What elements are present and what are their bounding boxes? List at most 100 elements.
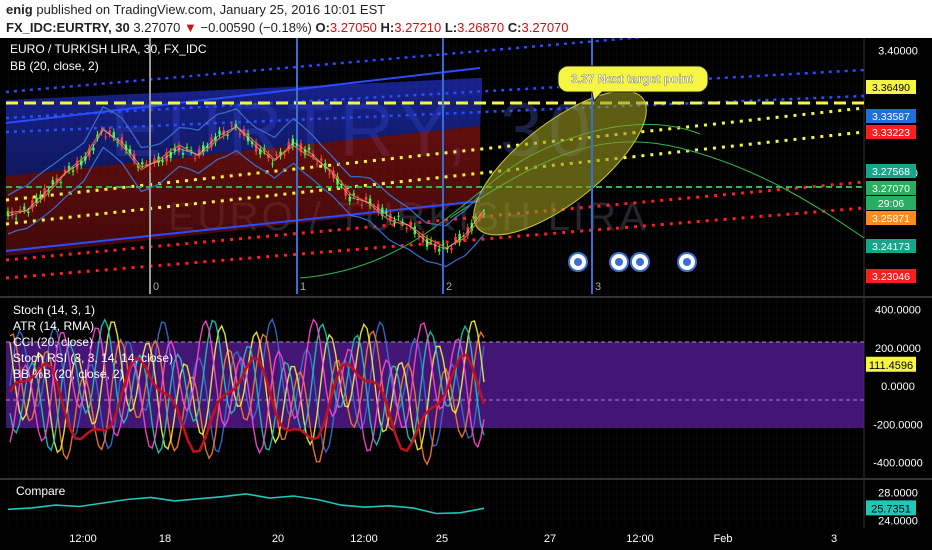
- candle-body: [320, 158, 323, 161]
- candle-body: [141, 162, 144, 165]
- oscillator-tick-label: -200.0000: [873, 419, 923, 431]
- oscillator-axis[interactable]: 400.0000 200.0000 0.0000 -200.0000 -400.0000…: [866, 305, 923, 470]
- time-tick-label: 3: [831, 533, 837, 545]
- candle-body: [104, 136, 107, 138]
- low-value: 3.26870: [457, 20, 505, 35]
- compare-axis[interactable]: 28.0000 24.000025.7351: [866, 488, 918, 528]
- oscillator-tick-label: 400.0000: [875, 305, 921, 317]
- price-axis[interactable]: 3.400003.300003.364903.335873.332233.275…: [866, 45, 918, 283]
- candle-body: [438, 248, 441, 252]
- compare-tick-label: 28.0000: [878, 488, 918, 500]
- high-value: 3.27210: [394, 20, 442, 35]
- price-badge-label: 3.27070: [872, 183, 910, 195]
- compare-label[interactable]: Compare: [16, 484, 66, 498]
- oscillator-tick-label: 0.0000: [881, 381, 915, 393]
- candle-body: [271, 163, 274, 165]
- chart-canvas[interactable]: EURTRY, 30 EURO / TURKISH LIRA 0 1 2 3 3…: [0, 38, 932, 550]
- event-flag-icon[interactable]: [636, 258, 644, 266]
- annotation-text: 3.37 Next target point: [571, 72, 693, 86]
- candle-body: [149, 168, 152, 170]
- event-flag-icon[interactable]: [574, 258, 582, 266]
- candle-body: [405, 227, 408, 230]
- published-text: published on TradingView.com, January 25…: [36, 2, 386, 17]
- close-value: 3.27070: [521, 20, 569, 35]
- price-badge-label: 3.25871: [872, 213, 910, 225]
- price-tick-label: 3.40000: [878, 45, 918, 57]
- price-badge-label: 3.27568: [872, 166, 910, 178]
- time-tick-label: 12:00: [626, 533, 654, 545]
- price-badge-label: 3.24173: [872, 241, 910, 253]
- open-label: O:: [315, 20, 330, 35]
- candle-body: [275, 154, 278, 156]
- price-badge-label: 29:06: [878, 198, 904, 210]
- candle-body: [226, 134, 229, 136]
- wave-label-3: 3: [595, 281, 601, 293]
- oscillator-label[interactable]: ATR (14, RMA): [13, 319, 94, 333]
- price-badge-label: 3.36490: [872, 82, 910, 94]
- price-badge-label: 3.23046: [872, 271, 910, 283]
- price-pane-title: EURO / TURKISH LIRA, 30, FX_IDC: [10, 42, 207, 56]
- oscillator-label[interactable]: Stoch (14, 3, 1): [13, 303, 95, 317]
- candle-body: [385, 211, 388, 214]
- bb-indicator-label[interactable]: BB (20, close, 2): [10, 59, 99, 73]
- event-flag-icon[interactable]: [683, 258, 691, 266]
- time-tick-label: 25: [436, 533, 448, 545]
- wave-label-2: 2: [446, 281, 452, 293]
- candle-body: [450, 247, 453, 250]
- candle-body: [307, 147, 311, 150]
- candle-body: [27, 211, 30, 214]
- candle-body: [474, 216, 478, 218]
- candle-body: [193, 157, 197, 159]
- candle-body: [63, 169, 67, 173]
- candle-body: [238, 133, 242, 135]
- symbol-label: FX_IDC:EURTRY, 30: [6, 20, 130, 35]
- compare-current-value: 25.7351: [871, 503, 911, 515]
- candle-body: [442, 243, 445, 245]
- time-tick-label: 20: [272, 533, 284, 545]
- event-flag-icon[interactable]: [615, 258, 623, 266]
- time-tick-label: Feb: [714, 533, 733, 545]
- candle-body: [59, 182, 63, 184]
- last-price: 3.27070: [133, 20, 181, 35]
- candle-body: [71, 170, 75, 172]
- wave-label-1: 1: [300, 281, 306, 293]
- candle-body: [161, 160, 164, 163]
- candle-body: [433, 243, 437, 250]
- time-tick-label: 12:00: [350, 533, 378, 545]
- candle-body: [145, 163, 148, 165]
- time-tick-label: 27: [544, 533, 556, 545]
- high-label: H:: [380, 20, 395, 35]
- candle-body: [6, 211, 10, 217]
- candle-body: [230, 125, 233, 127]
- candle-body: [360, 204, 364, 206]
- low-label: L:: [444, 20, 458, 35]
- close-label: C:: [507, 20, 522, 35]
- candle-body: [364, 196, 368, 200]
- price-badge-label: 3.33223: [872, 127, 910, 139]
- compare-pane[interactable]: [6, 480, 864, 526]
- author-name[interactable]: enig: [6, 2, 33, 17]
- candle-body: [19, 209, 22, 211]
- compare-tick-label: 24.0000: [878, 516, 918, 528]
- candle-body: [181, 152, 185, 155]
- time-tick-label: 18: [159, 533, 171, 545]
- oscillator-label[interactable]: Stoch RSI (3, 3, 14, 14, close): [13, 351, 173, 365]
- oscillator-tick-label: 200.0000: [875, 343, 921, 355]
- oscillator-label[interactable]: BB %B (20, close, 2): [13, 367, 124, 381]
- open-value: 3.27050: [329, 20, 377, 35]
- candle-body: [185, 146, 189, 148]
- time-tick-label: 12:00: [69, 533, 97, 545]
- candle-body: [14, 218, 18, 220]
- oscillator-label[interactable]: CCI (20, close): [13, 335, 93, 349]
- candle-body: [315, 163, 319, 165]
- wave-label-0: 0: [153, 281, 159, 293]
- time-axis[interactable]: 12:00 18 20 12:00 25 27 12:00 Feb 3: [69, 533, 837, 545]
- candle-body: [397, 215, 400, 217]
- oscillator-tick-label: -400.0000: [873, 458, 923, 470]
- price-badge-label: 3.33587: [872, 111, 910, 123]
- down-arrow-icon: ▼: [184, 20, 197, 35]
- publish-info: enig published on TradingView.com, Janua…: [6, 2, 385, 17]
- candle-body: [328, 173, 331, 175]
- ohlc-row: FX_IDC:EURTRY, 30 3.27070 ▼ −0.00590 (−0…: [6, 20, 569, 35]
- candle-body: [283, 154, 286, 156]
